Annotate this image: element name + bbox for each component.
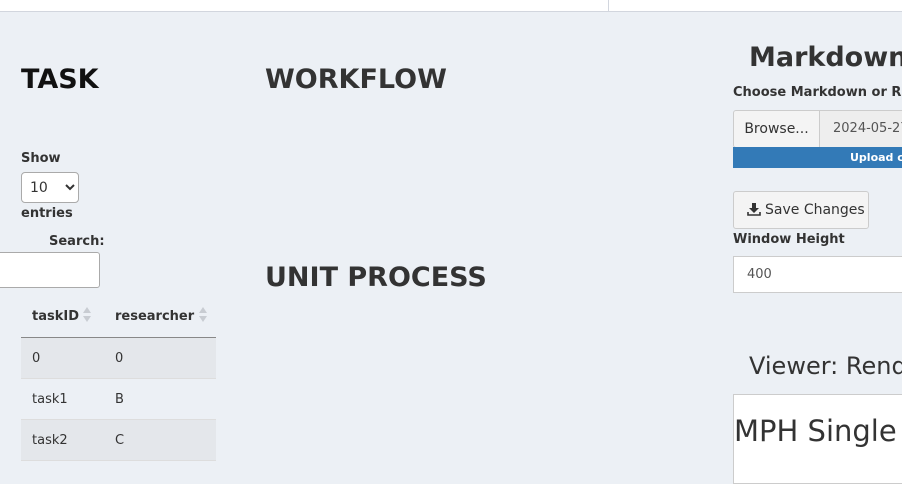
entries-label: entries — [21, 206, 73, 221]
cell-researcher: B — [104, 378, 216, 420]
show-entries-label: Show — [21, 151, 61, 166]
column-header-label: researcher — [115, 308, 195, 324]
table-row[interactable]: task2 C — [21, 419, 216, 461]
table-search-input[interactable] — [0, 252, 100, 288]
unit-process-title: UNIT PROCESS — [265, 262, 487, 293]
table-row[interactable]: 0 0 — [21, 337, 216, 379]
top-header-bar — [0, 0, 902, 12]
cell-researcher: C — [104, 419, 216, 461]
markdown-panel-title: Markdown — [749, 42, 902, 73]
selected-file-name: 2024-05-27 — [819, 110, 902, 148]
window-height-input[interactable] — [733, 256, 902, 293]
cell-researcher: 0 — [104, 337, 216, 379]
table-header-row: taskID researcher — [21, 295, 216, 338]
task-panel-title: TASK — [21, 64, 99, 95]
window-height-label: Window Height — [733, 232, 845, 247]
choose-file-label: Choose Markdown or R M — [733, 85, 902, 100]
file-input-group: Browse... 2024-05-27 — [733, 110, 902, 148]
column-header-researcher[interactable]: researcher — [104, 295, 216, 338]
upload-progress-bar: Upload co — [733, 147, 902, 168]
column-header-label: taskID — [32, 308, 79, 324]
cell-taskid: task1 — [21, 378, 104, 420]
sort-arrows-icon — [83, 307, 91, 325]
save-changes-label: Save Changes — [765, 202, 865, 218]
task-table: taskID researcher 0 0 task1 B task2 C — [21, 295, 216, 461]
viewer-title: Viewer: Rende — [749, 352, 902, 380]
cell-taskid: task2 — [21, 419, 104, 461]
search-label: Search: — [49, 234, 105, 249]
entries-length-select[interactable]: 10 — [21, 172, 79, 203]
browse-button[interactable]: Browse... — [733, 110, 820, 148]
rendered-document-heading: MPH Single I — [734, 414, 902, 448]
download-icon — [747, 203, 761, 216]
workflow-title: WORKFLOW — [265, 64, 447, 95]
save-changes-button[interactable]: Save Changes — [733, 191, 869, 229]
upload-progress-label: Upload co — [850, 151, 902, 164]
cell-taskid: 0 — [21, 337, 104, 379]
column-header-taskid[interactable]: taskID — [21, 295, 104, 338]
header-divider — [608, 0, 609, 11]
table-row[interactable]: task1 B — [21, 378, 216, 420]
sort-arrows-icon — [199, 307, 207, 325]
rendered-viewer-frame[interactable]: MPH Single I — [733, 394, 902, 484]
